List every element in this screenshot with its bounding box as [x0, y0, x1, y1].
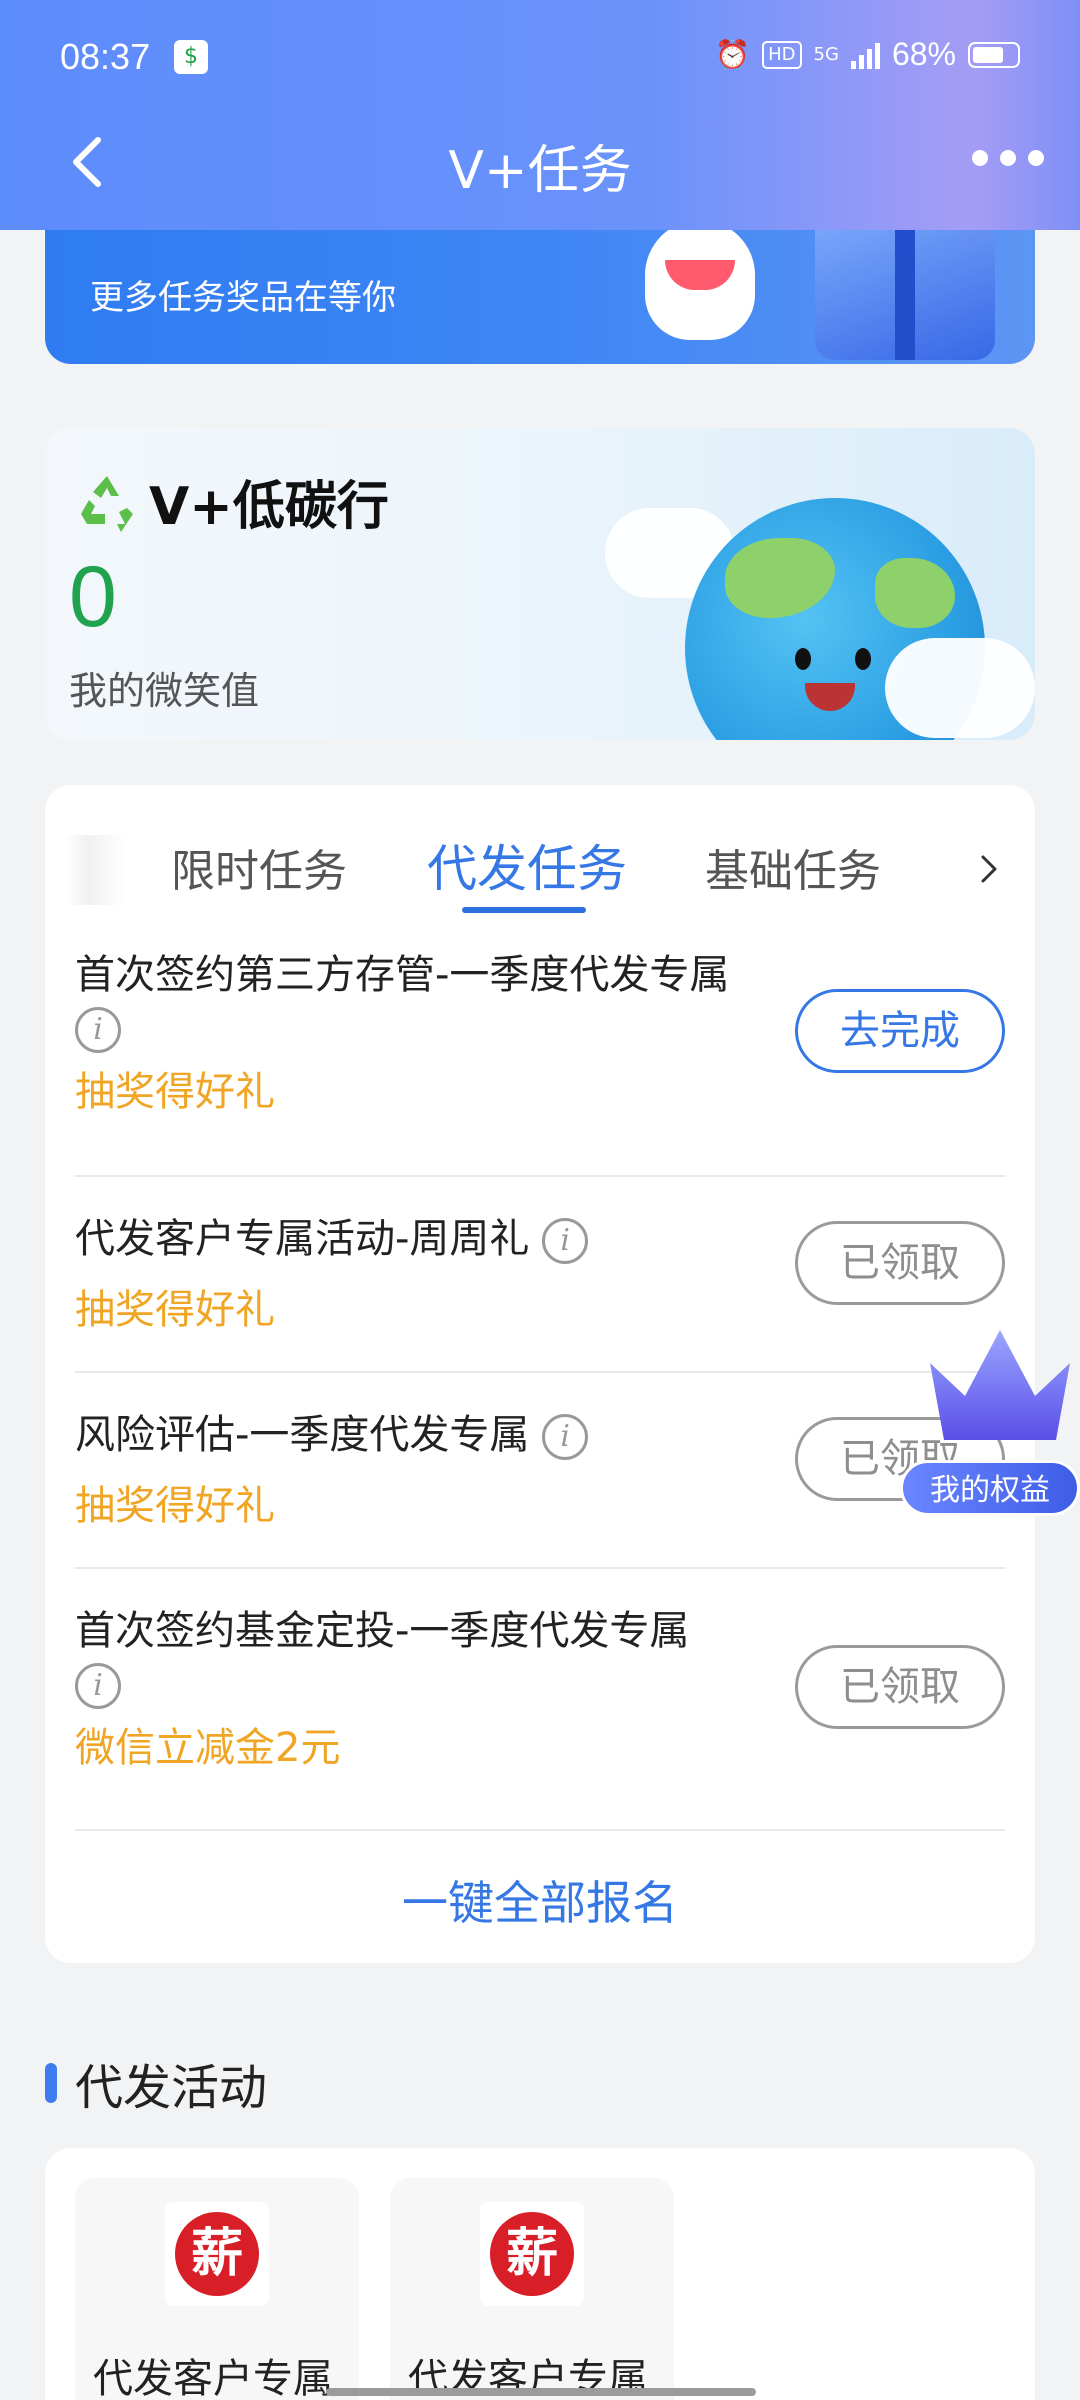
- chevron-right-icon[interactable]: [971, 851, 1007, 887]
- battery-percent: 68%: [891, 36, 956, 72]
- task-tabs: 限时任务 代发任务 基础任务: [45, 785, 1035, 915]
- activity-list: 薪 代发客户专属 薪 代发客户专属: [45, 2148, 1035, 2400]
- network-type: 5G: [813, 44, 839, 65]
- my-rights-label: 我的权益: [900, 1460, 1080, 1516]
- task-list-card: 限时任务 代发任务 基础任务 首次签约第三方存管-一季度代发专属 i 抽奖得好礼…: [45, 785, 1035, 1963]
- battery-icon: [968, 41, 1020, 68]
- task-item: 首次签约基金定投-一季度代发专属 i 微信立减金2元 已领取: [75, 1599, 1005, 1773]
- recycle-icon: [81, 475, 133, 532]
- task-claimed-button[interactable]: 已领取: [795, 1221, 1005, 1305]
- my-rights-float-button[interactable]: 我的权益: [900, 1330, 1080, 1520]
- tab-basic[interactable]: 基础任务: [705, 835, 881, 899]
- task-title-text: 代发客户专属活动-周周礼: [75, 1216, 530, 1262]
- cloud-decoration: [885, 638, 1035, 738]
- signal-icon: [850, 41, 880, 69]
- status-time: 08:37: [60, 36, 151, 77]
- task-item: 风险评估-一季度代发专属 i 抽奖得好礼 已领取: [75, 1403, 1005, 1531]
- more-options-icon[interactable]: [972, 150, 1044, 166]
- divider: [75, 1829, 1005, 1831]
- salary-logo-icon: 薪: [165, 2202, 269, 2306]
- active-tab-indicator: [462, 907, 586, 913]
- info-icon[interactable]: i: [542, 1414, 589, 1460]
- divider: [75, 1175, 1005, 1177]
- section-heading: 代发活动: [45, 2048, 267, 2118]
- section-title: 代发活动: [75, 2060, 268, 2116]
- task-item: 首次签约第三方存管-一季度代发专属 i 抽奖得好礼 去完成: [75, 943, 1005, 1117]
- task-item: 代发客户专属活动-周周礼 i 抽奖得好礼 已领取: [75, 1207, 1005, 1335]
- salary-logo-icon: 薪: [480, 2202, 584, 2306]
- alarm-icon: ⏰: [715, 38, 751, 71]
- enroll-all-button[interactable]: 一键全部报名: [45, 1867, 1035, 1933]
- top-header: 08:37 $ ⏰ HD 5G 68% V+任务: [0, 0, 1080, 230]
- home-indicator[interactable]: [326, 2388, 756, 2396]
- tab-payroll[interactable]: 代发任务: [427, 829, 627, 901]
- task-claimed-button[interactable]: 已领取: [795, 1645, 1005, 1729]
- activity-card[interactable]: 薪 代发客户专属: [390, 2178, 674, 2400]
- smile-value-label: 我的微笑值: [69, 669, 260, 713]
- low-carbon-title: V+低碳行: [75, 464, 389, 539]
- tab-limited-time[interactable]: 限时任务: [171, 835, 347, 899]
- info-icon[interactable]: i: [75, 1663, 121, 1709]
- info-icon[interactable]: i: [75, 1007, 121, 1053]
- section-accent-bar: [45, 2063, 57, 2103]
- app-notification-icon: $: [174, 40, 208, 74]
- status-bar: 08:37 $ ⏰ HD 5G 68%: [0, 0, 1080, 110]
- low-carbon-title-text: V+低碳行: [149, 477, 389, 537]
- hd-icon: HD: [762, 40, 802, 69]
- low-carbon-card[interactable]: V+低碳行 0 我的微笑值: [45, 428, 1035, 740]
- page-title: V+任务: [448, 141, 632, 201]
- activity-card[interactable]: 薪 代发客户专属: [75, 2178, 359, 2400]
- mascot-illustration: [645, 220, 755, 340]
- tab-scroll-fade: [65, 835, 125, 905]
- crown-icon: [930, 1330, 1070, 1440]
- divider: [75, 1567, 1005, 1569]
- divider: [75, 1371, 1005, 1373]
- task-go-complete-button[interactable]: 去完成: [795, 989, 1005, 1073]
- info-icon[interactable]: i: [542, 1218, 589, 1264]
- status-icons: ⏰ HD 5G 68%: [715, 36, 1020, 73]
- smile-value: 0: [69, 549, 117, 645]
- banner-subtitle: 更多任务奖品在等你: [90, 278, 396, 318]
- task-title-text: 风险评估-一季度代发专属: [75, 1412, 530, 1458]
- activity-label: 代发客户专属: [93, 2356, 333, 2400]
